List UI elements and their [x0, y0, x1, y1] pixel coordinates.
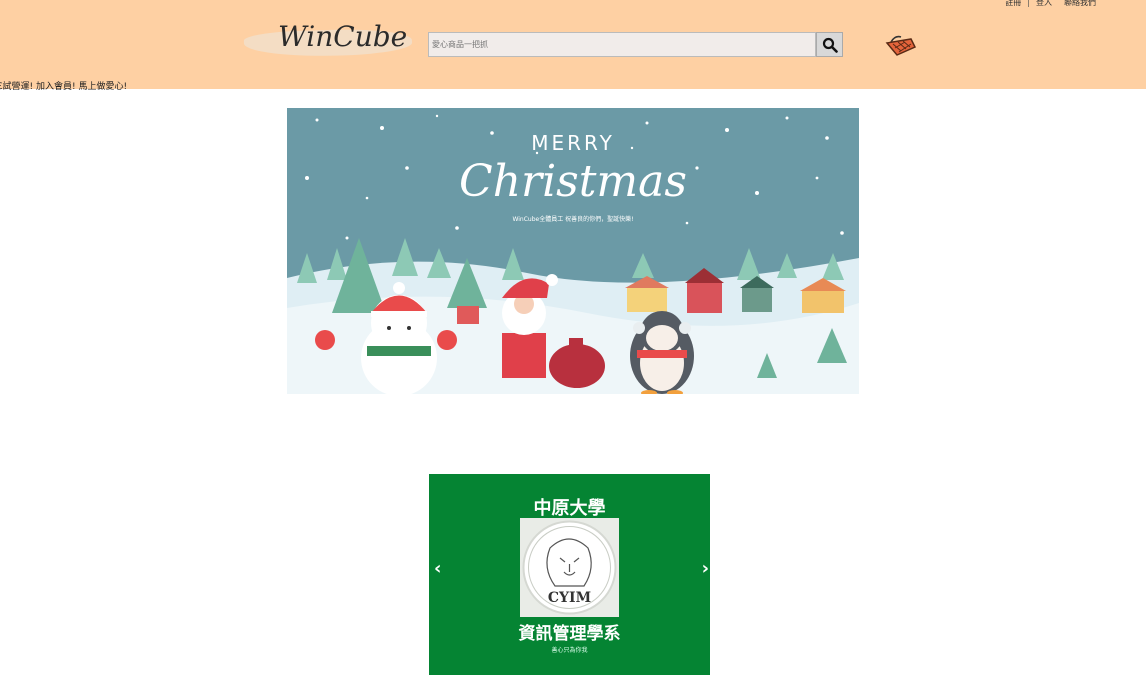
emblem-text: CYIM	[548, 590, 591, 606]
banner-tagline: WinCube全體員工 祝善良的你們，聖誕快樂!	[512, 215, 633, 223]
image-carousel: ‹ › 中原大學 CYIM 資訊管理學系 善心只為你我	[429, 474, 710, 675]
search-button[interactable]	[816, 32, 843, 57]
banner-heading-small: MERRY	[531, 131, 615, 155]
carousel-next-button[interactable]: ›	[702, 558, 709, 579]
penguin	[630, 311, 694, 394]
announcement-marquee: ℇ試營運! 加入會員! 馬上做愛心!	[0, 82, 128, 92]
contact-link[interactable]: 聯絡我們	[1064, 0, 1096, 8]
search-input[interactable]	[428, 32, 816, 57]
banner-heading-large: Christmas	[459, 156, 687, 207]
login-link[interactable]: 登入	[1036, 0, 1052, 8]
link-separator: |	[1027, 0, 1030, 7]
search-icon	[822, 37, 838, 53]
christmas-banner: MERRY Christmas WinCube全體員工 祝善良的你們，聖誕快樂!	[287, 108, 859, 394]
top-links: 註冊 | 登入 聯絡我們	[1005, 0, 1096, 8]
carousel-subtitle: 善心只為你我	[551, 647, 588, 654]
christmas-banner-illustration: MERRY Christmas WinCube全體員工 祝善良的你們，聖誕快樂!	[287, 108, 859, 394]
logo-text: WinCube	[278, 20, 408, 53]
lion-emblem-icon: CYIM	[522, 520, 617, 615]
site-logo[interactable]: WinCube	[243, 20, 414, 62]
carousel-title: 中原大學	[533, 498, 606, 519]
search-bar	[428, 32, 843, 57]
carousel-prev-button[interactable]: ‹	[434, 558, 441, 579]
site-header: 註冊 | 登入 聯絡我們 WinCube ℇ試營運! 加入會員! 馬上做愛心!	[0, 0, 1146, 92]
register-link[interactable]: 註冊	[1005, 0, 1021, 8]
cyim-emblem: CYIM	[520, 518, 619, 617]
shopping-basket-icon[interactable]	[885, 33, 917, 57]
carousel-department: 資訊管理學系	[518, 624, 621, 644]
